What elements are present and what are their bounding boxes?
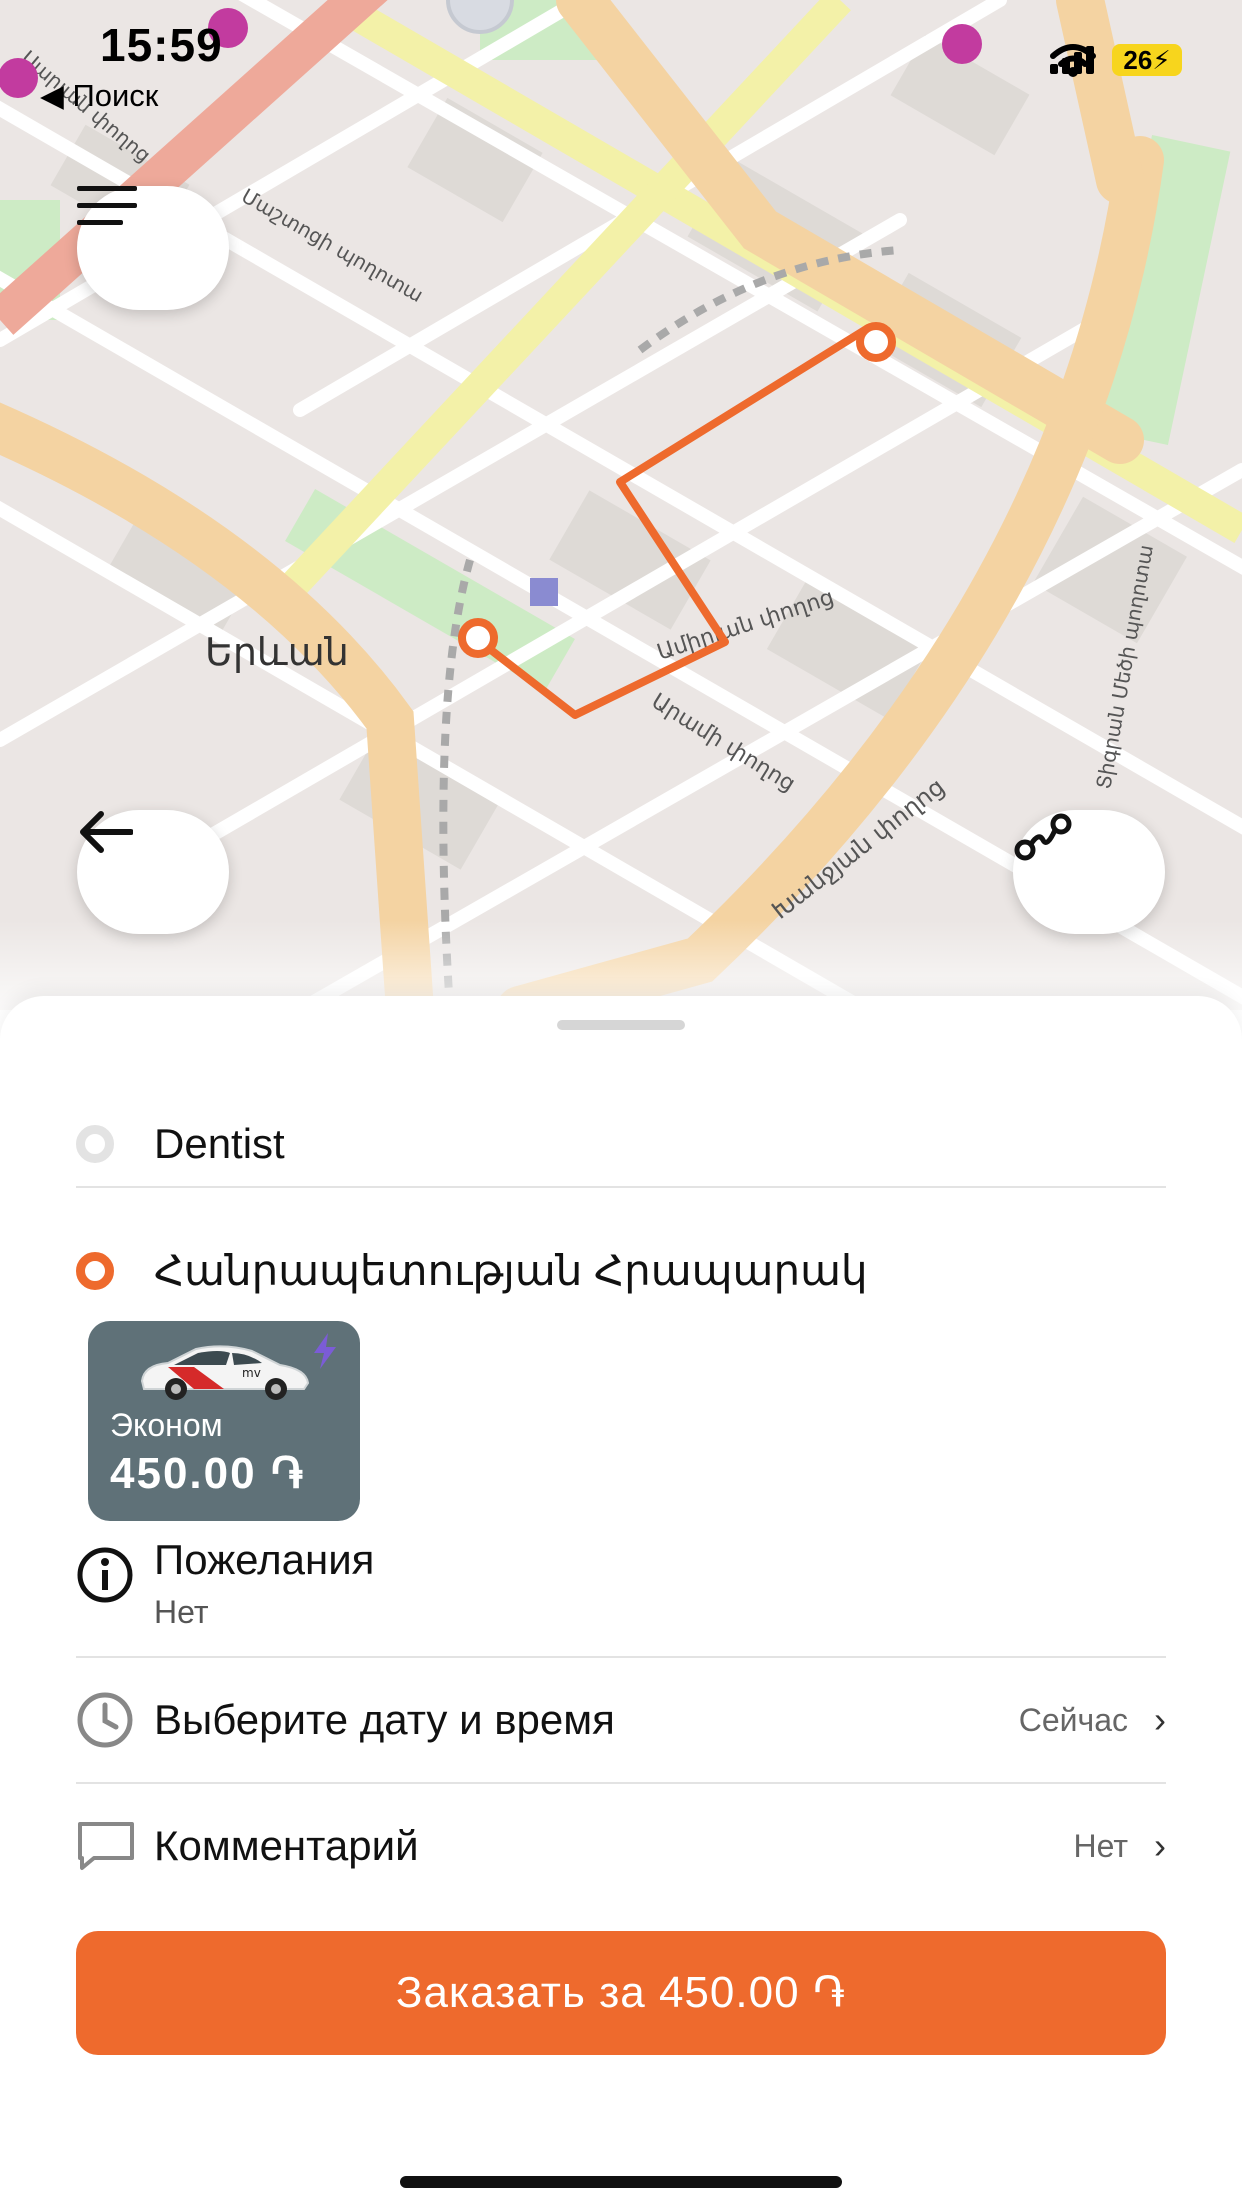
battery-icon: 26⚡ <box>1112 44 1182 76</box>
comment-label: Комментарий <box>154 1822 419 1869</box>
datetime-label: Выберите дату и время <box>154 1696 615 1743</box>
show-route-button[interactable] <box>1013 810 1165 934</box>
destination-dot-icon <box>76 1251 114 1290</box>
tariff-card-economy[interactable]: mv Эконом 450.00 ֏ <box>88 1321 360 1521</box>
electric-bolt-icon <box>314 1333 336 1369</box>
wishes-title: Пожелания <box>154 1536 375 1583</box>
destination-address-row[interactable]: Հանրապետության Հրապարակ <box>76 1246 1166 1295</box>
map-view[interactable]: Երևան Մաշտոցի պողոտա Ամիրյան փողոց Արամի… <box>0 0 1242 1010</box>
order-button[interactable]: Заказать за 450.00 ֏ <box>76 1931 1166 2055</box>
status-indicators: 26⚡ <box>1050 44 1182 77</box>
car-icon: mv <box>140 1345 310 1400</box>
destination-address: Հանրապետության Հրապարակ <box>154 1247 868 1294</box>
arrow-left-icon <box>80 811 133 853</box>
menu-button[interactable] <box>77 186 229 310</box>
clock-icon <box>77 1692 133 1748</box>
comment-row[interactable]: Комментарий Нет › <box>76 1784 1166 1908</box>
end-marker <box>856 322 896 362</box>
tariff-name: Эконом <box>110 1407 223 1443</box>
comment-icon <box>78 1822 134 1870</box>
divider <box>76 1186 1166 1188</box>
status-time: 15:59 <box>100 19 223 71</box>
pickup-dot-icon <box>76 1125 114 1163</box>
back-button[interactable] <box>77 810 229 934</box>
wishes-value: Нет <box>154 1594 209 1630</box>
back-to-search-link[interactable]: ◀ Поиск <box>40 78 158 114</box>
start-marker <box>458 618 498 658</box>
datetime-value: Сейчас <box>1018 1701 1128 1738</box>
order-bottom-sheet: Dentist Հանրապետության Հրապարակ mv Эконо… <box>0 996 1242 2208</box>
route-icon <box>1014 813 1072 861</box>
info-icon <box>77 1547 133 1603</box>
city-label: Երևան <box>205 630 349 674</box>
chevron-right-icon: › <box>1154 1825 1166 1866</box>
svg-text:mv: mv <box>242 1366 261 1380</box>
pickup-address-row[interactable]: Dentist <box>76 1120 1166 1168</box>
comment-value: Нет <box>1073 1827 1129 1864</box>
wifi-icon <box>1050 44 1096 77</box>
tariff-price: 450.00 ֏ <box>110 1449 306 1498</box>
sheet-grabber[interactable] <box>557 1020 685 1030</box>
home-indicator[interactable] <box>400 2176 842 2188</box>
datetime-row[interactable]: Выберите дату и время Сейчас › <box>76 1658 1166 1782</box>
pickup-address: Dentist <box>154 1120 285 1167</box>
chevron-right-icon: › <box>1154 1699 1166 1740</box>
hamburger-icon <box>77 186 137 225</box>
